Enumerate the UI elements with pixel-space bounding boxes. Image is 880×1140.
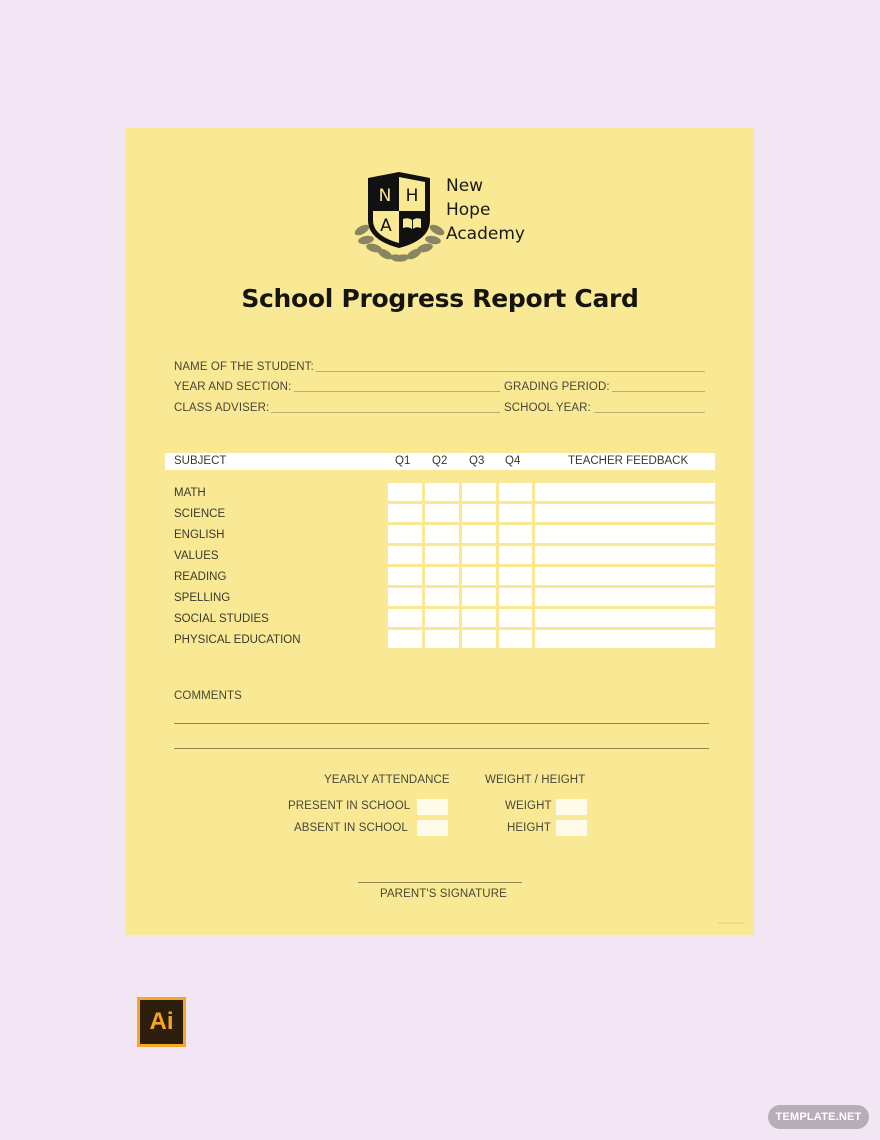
year-section-label: YEAR AND SECTION: [174,381,292,393]
year-section-field[interactable] [294,391,500,392]
grade-cell-q2[interactable] [425,630,459,648]
grade-cell-q1[interactable] [388,567,422,585]
grade-cell-q3[interactable] [462,504,496,522]
parent-signature-label: PARENT'S SIGNATURE [380,888,507,900]
school-name-line: Hope [446,200,491,220]
grade-cell-feedback[interactable] [535,546,715,564]
grade-cell-q4[interactable] [499,504,532,522]
grade-cell-feedback[interactable] [535,588,715,606]
grade-cell-q1[interactable] [388,588,422,606]
present-in-school-label: PRESENT IN SCHOOL [288,800,411,812]
subject-label: SOCIAL STUDIES [174,613,269,625]
grading-period-label: GRADING PERIOD: [504,381,610,393]
school-year-label: SCHOOL YEAR: [504,402,591,414]
adobe-illustrator-icon: Ai [137,997,186,1047]
class-adviser-label: CLASS ADVISER: [174,402,270,414]
svg-text:N: N [379,186,392,206]
header-q4: Q4 [505,455,521,467]
grade-cell-q3[interactable] [462,567,496,585]
svg-text:A: A [380,216,392,236]
comments-line-1[interactable] [174,723,709,724]
grade-cell-q1[interactable] [388,609,422,627]
subject-label: VALUES [174,550,219,562]
header-teacher-feedback: TEACHER FEEDBACK [568,455,689,467]
subject-label: SPELLING [174,592,231,604]
parent-signature-line[interactable] [358,882,522,883]
grade-cell-q3[interactable] [462,525,496,543]
grade-cell-feedback[interactable] [535,504,715,522]
absent-in-school-label: ABSENT IN SCHOOL [294,822,408,834]
height-label: HEIGHT [507,822,552,834]
school-name-line: New [446,176,484,196]
grade-cell-q1[interactable] [388,525,422,543]
svg-text:H: H [406,186,419,206]
small-watermark [718,922,744,924]
report-card: N H A New Hope Academy School Progress R… [126,128,754,935]
grade-cell-q3[interactable] [462,630,496,648]
weight-height-heading: WEIGHT / HEIGHT [485,774,586,786]
grade-cell-q4[interactable] [499,567,532,585]
grade-cell-feedback[interactable] [535,630,715,648]
grade-cell-q2[interactable] [425,483,459,501]
class-adviser-field[interactable] [271,412,500,413]
grade-cell-q2[interactable] [425,546,459,564]
grade-cell-q1[interactable] [388,483,422,501]
grade-cell-q3[interactable] [462,546,496,564]
header-subject: SUBJECT [174,455,227,467]
grade-cell-q4[interactable] [499,609,532,627]
grade-cell-q2[interactable] [425,504,459,522]
comments-label: COMMENTS [174,690,242,702]
subject-label: SCIENCE [174,508,226,520]
grade-cell-feedback[interactable] [535,525,715,543]
grades-table-header: SUBJECT Q1 Q2 Q3 Q4 TEACHER FEEDBACK [165,453,715,470]
subject-label: PHYSICAL EDUCATION [174,634,301,646]
subject-label: ENGLISH [174,529,225,541]
grade-cell-q1[interactable] [388,630,422,648]
template-net-badge[interactable]: TEMPLATE.NET [768,1105,869,1129]
grade-cell-q4[interactable] [499,525,532,543]
grade-cell-feedback[interactable] [535,609,715,627]
grade-cell-q1[interactable] [388,504,422,522]
student-name-field[interactable] [316,371,705,372]
height-input[interactable] [556,820,587,836]
grade-cell-q1[interactable] [388,546,422,564]
school-name: New Hope Academy [446,174,525,246]
header-q1: Q1 [395,455,411,467]
comments-line-2[interactable] [174,748,709,749]
ai-icon-label: Ai [140,1000,183,1044]
school-year-field[interactable] [594,412,705,413]
absent-in-school-input[interactable] [417,820,448,836]
header-q3: Q3 [469,455,485,467]
attendance-heading: YEARLY ATTENDANCE [324,774,450,786]
page-title: School Progress Report Card [241,284,639,313]
subject-label: READING [174,571,227,583]
header-q2: Q2 [432,455,448,467]
grade-cell-q2[interactable] [425,525,459,543]
grade-cell-q4[interactable] [499,588,532,606]
grade-cell-q4[interactable] [499,483,532,501]
grade-cell-q3[interactable] [462,483,496,501]
grade-cell-q2[interactable] [425,588,459,606]
grade-cell-q3[interactable] [462,609,496,627]
grade-cell-q2[interactable] [425,609,459,627]
present-in-school-input[interactable] [417,799,448,815]
weight-input[interactable] [556,799,587,815]
weight-label: WEIGHT [505,800,552,812]
subject-label: MATH [174,487,206,499]
grade-cell-feedback[interactable] [535,567,715,585]
grade-cell-q4[interactable] [499,546,532,564]
student-name-label: NAME OF THE STUDENT: [174,361,314,373]
grade-cell-feedback[interactable] [535,483,715,501]
grade-cell-q4[interactable] [499,630,532,648]
grade-cell-q3[interactable] [462,588,496,606]
grading-period-field[interactable] [612,391,705,392]
school-name-line: Academy [446,224,525,244]
grade-cell-q2[interactable] [425,567,459,585]
